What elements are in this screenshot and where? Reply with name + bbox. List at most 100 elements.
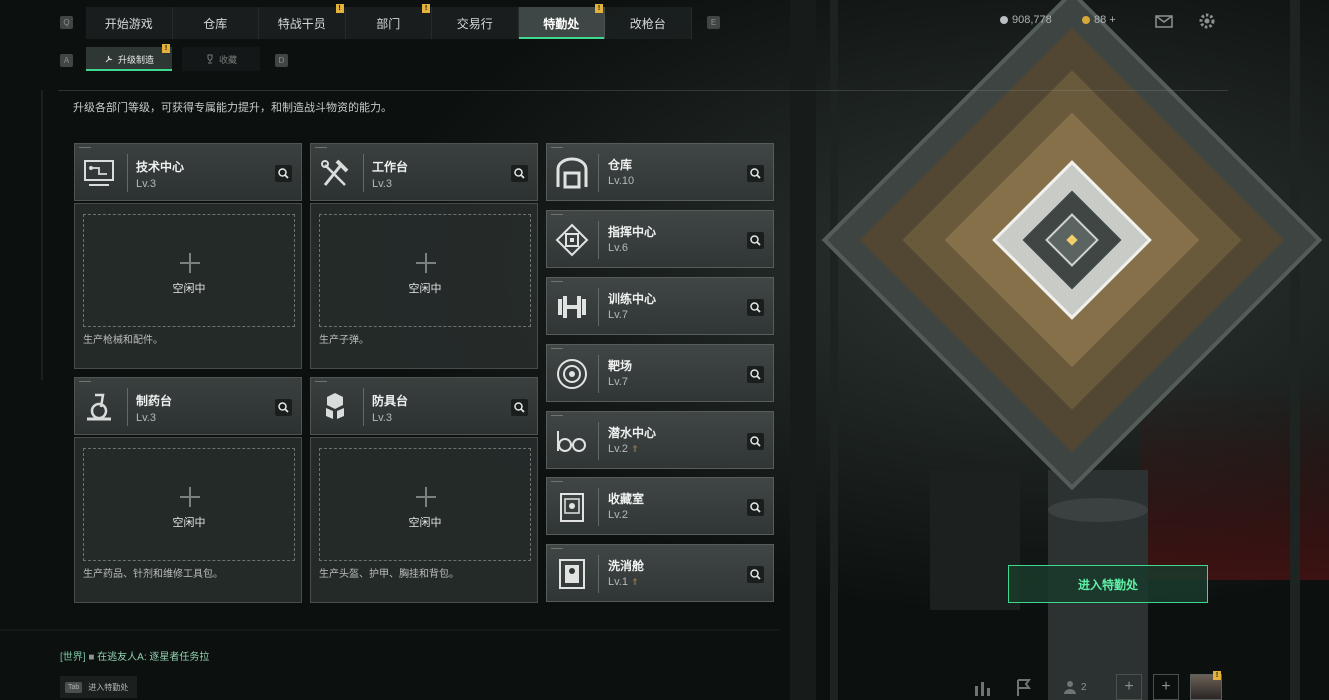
- plus-icon: [416, 487, 436, 507]
- facility-level-row: Lv.2 ⇑: [608, 443, 639, 455]
- subtab-label: 收藏: [218, 54, 237, 65]
- workshop-header-workbench[interactable]: 工作台 Lv.3: [310, 143, 538, 201]
- craft-slot-empty[interactable]: 空闲中: [83, 448, 295, 561]
- facility-warehouse[interactable]: 仓库 Lv.10: [546, 143, 774, 201]
- separator: [598, 488, 599, 526]
- corner-mark: [551, 348, 563, 349]
- tab-special-ops[interactable]: 特勤处!: [518, 4, 605, 39]
- search-icon[interactable]: [747, 299, 764, 316]
- chat-camera-icon: ■: [88, 652, 95, 663]
- search-icon[interactable]: [747, 165, 764, 182]
- silver-currency[interactable]: 908,778: [1000, 14, 1052, 26]
- friends-button[interactable]: 2: [1062, 674, 1102, 700]
- subtab-collection[interactable]: 收藏: [182, 47, 260, 71]
- tab-start-game[interactable]: 开始游戏: [86, 7, 173, 39]
- tab-operators[interactable]: 特战干员!: [259, 4, 346, 39]
- separator: [598, 288, 599, 326]
- subtab-label: 升级制造: [117, 54, 154, 65]
- workshop-level: Lv.3: [372, 412, 392, 424]
- tab-label: 特战干员: [277, 16, 326, 31]
- enter-special-ops-button[interactable]: 进入特勤处: [1008, 565, 1208, 603]
- search-icon[interactable]: [275, 399, 292, 416]
- page-description: 升级各部门等级，可获得专属能力提升，和制造战斗物资的能力。: [73, 102, 392, 114]
- craft-slot-empty[interactable]: 空闲中: [83, 214, 295, 327]
- tab-departments[interactable]: 部门!: [346, 4, 432, 39]
- facility-decontamination[interactable]: 洗消舱 Lv.1 ⇑: [546, 544, 774, 602]
- armory-icon: [326, 393, 344, 419]
- search-icon[interactable]: [747, 232, 764, 249]
- collection-room-icon: [560, 493, 584, 522]
- player-avatar[interactable]: !: [1190, 671, 1222, 700]
- search-icon[interactable]: [511, 399, 528, 416]
- notification-badge: !: [162, 44, 170, 53]
- separator: [127, 154, 128, 192]
- search-icon[interactable]: [275, 165, 292, 182]
- craft-slot-empty[interactable]: 空闲中: [319, 448, 531, 561]
- flag-icon[interactable]: [1014, 674, 1034, 700]
- gold-coin-icon: [1082, 16, 1090, 24]
- separator: [598, 422, 599, 460]
- tab-key-hint[interactable]: Tab 进入特勤处: [60, 676, 137, 698]
- corner-mark: [315, 147, 327, 148]
- separator: [127, 388, 128, 426]
- button-label: 进入特勤处: [1077, 577, 1138, 592]
- silver-coin-icon: [1000, 16, 1008, 24]
- trophy-icon: [207, 54, 213, 64]
- workshop-description: 生产头盔、护甲、胸挂和背包。: [319, 569, 459, 580]
- facility-level: Lv.2: [608, 443, 628, 455]
- chat-channel: [世界]: [60, 652, 86, 663]
- subtab-next-key-hint: D: [275, 54, 288, 67]
- facility-shooting-range[interactable]: 靶场 Lv.7: [546, 344, 774, 402]
- craft-slot-empty[interactable]: 空闲中: [319, 214, 531, 327]
- facility-level: Lv.7: [608, 309, 628, 321]
- upgrade-available-icon: ⇑: [630, 577, 639, 587]
- tab-warehouse[interactable]: 仓库: [173, 7, 259, 39]
- workshop-level: Lv.3: [136, 412, 156, 424]
- separator: [598, 355, 599, 393]
- facility-collection-room[interactable]: 收藏室 Lv.2: [546, 477, 774, 535]
- tab-gunsmith[interactable]: 改枪台: [605, 7, 692, 39]
- top-navigation-bar: 开始游戏 仓库 特战干员! 部门! 交易行 特勤处! 改枪台: [86, 4, 692, 39]
- gold-currency[interactable]: 88 +: [1082, 14, 1116, 26]
- settings-gear-icon[interactable]: [1198, 12, 1216, 30]
- search-icon[interactable]: [747, 433, 764, 450]
- facility-name: 训练中心: [608, 292, 657, 306]
- facility-diving-center[interactable]: 潜水中心 Lv.2 ⇑: [546, 411, 774, 469]
- add-slot-2-button[interactable]: +: [1153, 674, 1179, 700]
- slot-status: 空闲中: [408, 517, 442, 529]
- dumbbell-icon: [558, 296, 586, 318]
- search-icon[interactable]: [511, 165, 528, 182]
- upgrade-available-icon: ⇑: [630, 444, 639, 454]
- search-icon[interactable]: [747, 499, 764, 516]
- facility-level: Lv.10: [608, 175, 635, 187]
- mail-icon[interactable]: [1155, 12, 1173, 30]
- tab-label: 部门: [376, 16, 401, 31]
- nav-next-key-hint: E: [707, 16, 720, 29]
- search-icon[interactable]: [747, 566, 764, 583]
- subtab-upgrade-craft[interactable]: 升级制造 !: [86, 44, 172, 71]
- workshop-header-pharmacy[interactable]: 制药台 Lv.3: [74, 377, 302, 435]
- gold-amount: 88 +: [1094, 14, 1116, 26]
- separator: [363, 154, 364, 192]
- workshop-name: 防具台: [372, 394, 409, 408]
- corner-mark: [315, 381, 327, 382]
- tab-exchange[interactable]: 交易行: [432, 7, 519, 39]
- workshop-body-workbench: 空闲中 生产子弹。: [310, 203, 538, 369]
- facility-name: 指挥中心: [608, 225, 657, 239]
- facility-name: 收藏室: [608, 492, 645, 506]
- slot-status: 空闲中: [172, 517, 206, 529]
- add-slot-1-button[interactable]: +: [1116, 674, 1142, 700]
- facility-training-center[interactable]: 训练中心 Lv.7: [546, 277, 774, 335]
- workshop-header-tech-center[interactable]: 技术中心 Lv.3: [74, 143, 302, 201]
- facility-command-center[interactable]: 指挥中心 Lv.6: [546, 210, 774, 268]
- workshop-name: 技术中心: [136, 160, 185, 174]
- separator: [598, 221, 599, 259]
- world-chat-line[interactable]: [世界] ■ 在逃友人A: 逐星者任务拉: [60, 648, 209, 663]
- workshop-level: Lv.3: [136, 178, 156, 190]
- tech-center-icon: [84, 160, 114, 186]
- stats-chart-icon[interactable]: [972, 674, 992, 700]
- workshop-header-armory[interactable]: 防具台 Lv.3: [310, 377, 538, 435]
- decontamination-icon: [559, 559, 585, 589]
- search-icon[interactable]: [747, 366, 764, 383]
- workshop-body-armory: 空闲中 生产头盔、护甲、胸挂和背包。: [310, 437, 538, 603]
